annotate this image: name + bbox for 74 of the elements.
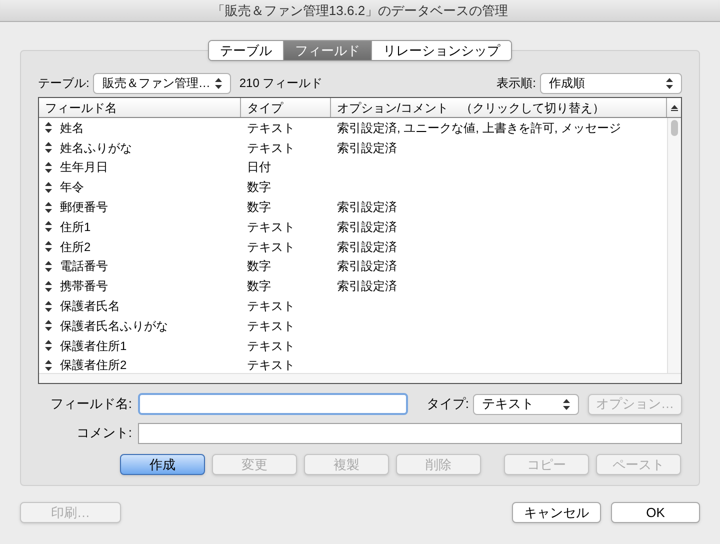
field-type-cell: テキスト (247, 338, 295, 353)
field-name-cell-text: 保護者住所1 (60, 338, 127, 355)
options-cell: 索引設定済 (337, 220, 397, 234)
field-name-cell-text: 保護者住所2 (60, 357, 127, 373)
sort-dropdown[interactable]: 作成順 (540, 72, 682, 94)
column-header[interactable]: オプション/コメント （クリックして切り替え） (331, 98, 667, 117)
field-type-cell: テキスト (247, 299, 295, 314)
field-name-input[interactable] (138, 393, 408, 415)
comment-label: コメント: (75, 424, 133, 442)
options-cell: 索引設定済 (337, 279, 397, 294)
field-name-cell-text: 郵便番号 (60, 199, 108, 216)
options-cell: 索引設定済 (337, 200, 397, 214)
up-down-arrows-icon (45, 221, 52, 232)
field-name-cell-text: 住所2 (60, 238, 91, 256)
field-type-cell: 日付 (247, 160, 271, 174)
column-header[interactable]: タイプ (241, 98, 331, 117)
table-label: テーブル: (38, 75, 90, 92)
field-name-cell-text: 姓名 (60, 120, 84, 137)
tab[interactable]: リレーションシップ (371, 41, 511, 60)
triangle-icon (670, 104, 678, 110)
type-dropdown[interactable]: テキスト (473, 394, 579, 414)
vertical-scrollbar[interactable] (667, 118, 681, 373)
scroll-thumb[interactable] (671, 120, 678, 136)
action-button[interactable]: 作成 (120, 454, 205, 475)
field-name-cell-text: 生年月日 (60, 159, 108, 176)
field-type-cell: 数字 (247, 200, 271, 214)
field-name-cell-text: 姓名ふりがな (60, 140, 132, 157)
type-label: タイプ: (426, 395, 469, 414)
options-cell: 索引設定済 (337, 140, 397, 155)
comment-input[interactable] (138, 422, 682, 444)
up-down-arrows-icon (45, 260, 52, 272)
field-type-cell: テキスト (247, 240, 295, 254)
options-cell: 索引設定済 (337, 240, 397, 254)
up-down-arrows-icon (45, 142, 52, 154)
column-header[interactable]: フィールド名 (39, 98, 241, 117)
up-down-arrows-icon (45, 202, 52, 213)
field-name-label: フィールド名: (49, 395, 133, 414)
field-type-cell: テキスト (247, 120, 295, 135)
tab[interactable]: テーブル (209, 41, 283, 60)
field-count: 210 フィールド (239, 75, 323, 92)
field-type-cell: テキスト (247, 140, 295, 155)
field-type-cell: テキスト (247, 318, 295, 333)
field-name-cell-text: 携帯番号 (60, 278, 108, 296)
horizontal-scrollbar[interactable] (39, 373, 681, 383)
up-down-arrows-icon (45, 360, 52, 371)
up-down-arrows-icon (45, 162, 52, 173)
field-name-cell-text: 電話番号 (60, 258, 108, 276)
field-name-cell-text: 保護者氏名 (60, 298, 120, 316)
up-down-arrows-icon (563, 398, 570, 410)
up-down-arrows-icon (666, 78, 673, 88)
field-type-cell: 数字 (247, 180, 271, 194)
window-title: 「販売＆ファン管理13.6.2」のデータベースの管理 (212, 2, 508, 20)
field-name-cell-text: 保護者氏名ふりがな (60, 318, 168, 335)
up-down-arrows-icon (45, 182, 52, 193)
up-down-arrows-icon (45, 340, 52, 352)
up-down-arrows-icon (45, 320, 52, 332)
up-down-arrows-icon (45, 300, 52, 312)
field-type-cell: 数字 (247, 259, 271, 274)
up-down-arrows-icon (45, 241, 52, 252)
field-type-cell: 数字 (247, 279, 271, 294)
up-down-arrows-icon (45, 280, 52, 292)
dialog-button[interactable]: キャンセル (512, 502, 601, 523)
options-cell: 索引設定済 (337, 259, 397, 274)
options-cell: 索引設定済, ユニークな値, 上書きを許可, メッセージ (337, 120, 622, 135)
field-type-cell: テキスト (247, 220, 295, 234)
up-down-arrows-icon (45, 122, 52, 134)
field-name-cell-text: 年令 (60, 179, 84, 196)
table-dropdown[interactable]: 販売＆ファン管理… (93, 72, 232, 94)
field-name-cell-text: 住所1 (60, 218, 91, 236)
up-down-arrows-icon (215, 78, 222, 88)
tab[interactable]: フィールド (283, 41, 371, 60)
dialog-button[interactable]: OK (611, 502, 700, 523)
sort-label: 表示順: (496, 75, 536, 92)
field-type-cell: テキスト (247, 358, 295, 372)
